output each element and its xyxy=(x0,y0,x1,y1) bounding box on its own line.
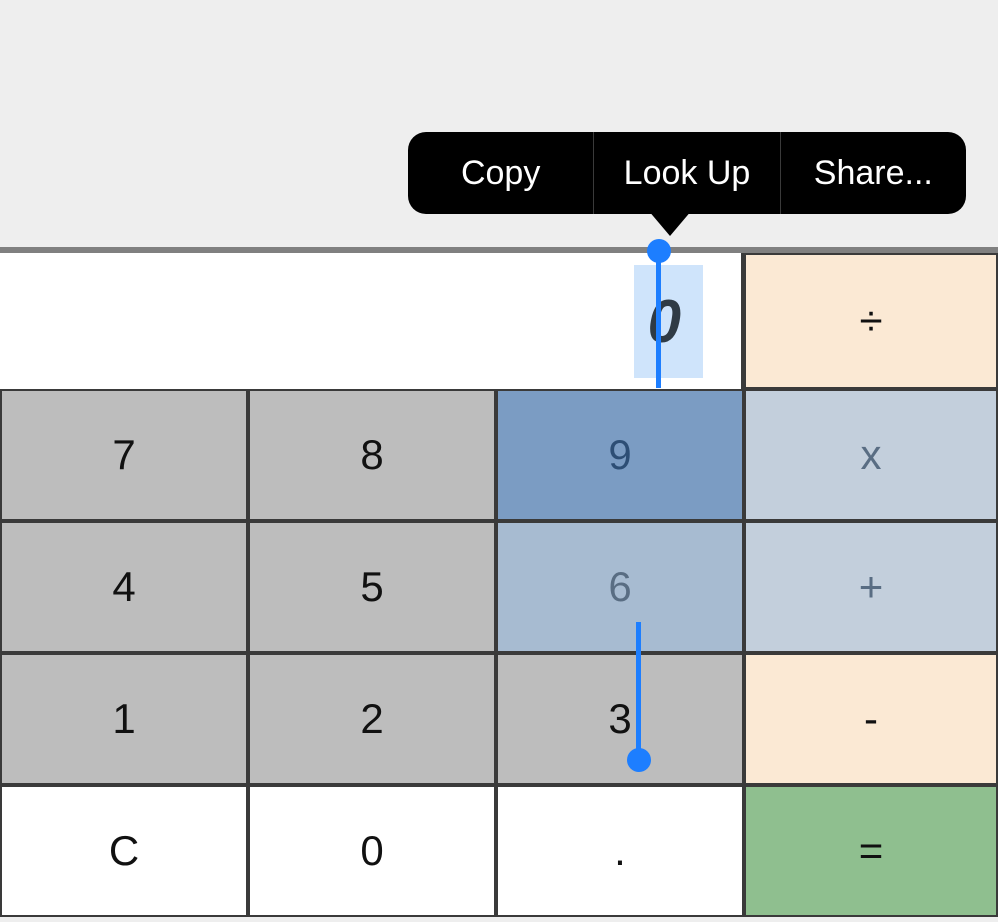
share-button[interactable]: Share... xyxy=(781,132,966,214)
selection-caret-top xyxy=(656,253,661,388)
copy-button[interactable]: Copy xyxy=(408,132,594,214)
selection-caret-bottom xyxy=(636,622,641,752)
add-button[interactable]: + xyxy=(744,521,998,653)
key-5[interactable]: 5 xyxy=(248,521,496,653)
calculator: 0 ÷ 7 8 9 x 4 5 6 + 1 2 3 - C 0 . = xyxy=(0,247,998,917)
clear-button[interactable]: C xyxy=(0,785,248,917)
key-2[interactable]: 2 xyxy=(248,653,496,785)
key-4[interactable]: 4 xyxy=(0,521,248,653)
key-6[interactable]: 6 xyxy=(496,521,744,653)
text-action-menu: Copy Look Up Share... xyxy=(408,132,966,214)
key-1[interactable]: 1 xyxy=(0,653,248,785)
lookup-button[interactable]: Look Up xyxy=(594,132,780,214)
selection-handle-bottom[interactable] xyxy=(627,748,651,772)
key-7[interactable]: 7 xyxy=(0,389,248,521)
key-3[interactable]: 3 xyxy=(496,653,744,785)
display-value: 0 xyxy=(648,288,681,355)
key-0[interactable]: 0 xyxy=(248,785,496,917)
key-8[interactable]: 8 xyxy=(248,389,496,521)
divide-button[interactable]: ÷ xyxy=(744,253,998,389)
key-9[interactable]: 9 xyxy=(496,389,744,521)
display[interactable]: 0 xyxy=(0,253,744,389)
equals-button[interactable]: = xyxy=(744,785,998,917)
selection-handle-top[interactable] xyxy=(647,239,671,263)
subtract-button[interactable]: - xyxy=(744,653,998,785)
multiply-button[interactable]: x xyxy=(744,389,998,521)
key-dot[interactable]: . xyxy=(496,785,744,917)
